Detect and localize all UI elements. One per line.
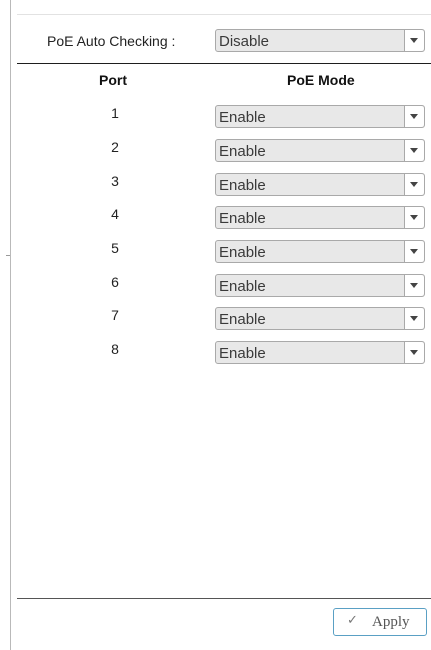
apply-button[interactable]: ✓ Apply bbox=[333, 608, 427, 636]
poe-mode-value: Enable bbox=[219, 311, 266, 328]
poe-mode-select-port-1[interactable]: Enable bbox=[215, 105, 425, 128]
poe-auto-checking-value: Disable bbox=[219, 33, 270, 50]
port-number: 4 bbox=[111, 206, 119, 222]
chevron-down-icon bbox=[410, 182, 418, 187]
poe-mode-select-port-7[interactable]: Enable bbox=[215, 307, 425, 330]
dropdown-arrow bbox=[404, 140, 424, 161]
port-number: 6 bbox=[111, 274, 119, 290]
chevron-down-icon bbox=[410, 38, 418, 43]
splitter-handle[interactable] bbox=[6, 255, 10, 256]
top-divider bbox=[17, 14, 431, 15]
dropdown-arrow bbox=[404, 275, 424, 296]
poe-mode-select-port-4[interactable]: Enable bbox=[215, 206, 425, 229]
chevron-down-icon bbox=[410, 350, 418, 355]
chevron-down-icon bbox=[410, 249, 418, 254]
footer-divider bbox=[17, 598, 431, 599]
port-number: 1 bbox=[111, 105, 119, 121]
chevron-down-icon bbox=[410, 316, 418, 321]
poe-mode-select-port-8[interactable]: Enable bbox=[215, 341, 425, 364]
port-number: 8 bbox=[111, 341, 119, 357]
poe-mode-value: Enable bbox=[219, 143, 266, 160]
dropdown-arrow bbox=[404, 342, 424, 363]
port-number: 5 bbox=[111, 240, 119, 256]
apply-button-label: Apply bbox=[372, 614, 410, 630]
poe-mode-select-port-3[interactable]: Enable bbox=[215, 173, 425, 196]
port-number: 7 bbox=[111, 307, 119, 323]
table-header-divider bbox=[17, 63, 431, 64]
poe-auto-checking-select[interactable]: Disable bbox=[215, 29, 425, 52]
chevron-down-icon bbox=[410, 215, 418, 220]
left-divider bbox=[10, 0, 11, 650]
port-number: 3 bbox=[111, 173, 119, 189]
column-header-poe-mode: PoE Mode bbox=[287, 72, 355, 88]
poe-mode-value: Enable bbox=[219, 177, 266, 194]
dropdown-arrow bbox=[404, 207, 424, 228]
poe-mode-value: Enable bbox=[219, 109, 266, 126]
column-header-port: Port bbox=[99, 72, 127, 88]
poe-mode-select-port-2[interactable]: Enable bbox=[215, 139, 425, 162]
poe-mode-value: Enable bbox=[219, 244, 266, 261]
dropdown-arrow bbox=[404, 174, 424, 195]
port-number: 2 bbox=[111, 139, 119, 155]
poe-mode-value: Enable bbox=[219, 278, 266, 295]
chevron-down-icon bbox=[410, 283, 418, 288]
check-icon: ✓ bbox=[347, 613, 358, 628]
dropdown-arrow bbox=[404, 308, 424, 329]
poe-mode-select-port-6[interactable]: Enable bbox=[215, 274, 425, 297]
poe-mode-value: Enable bbox=[219, 210, 266, 227]
chevron-down-icon bbox=[410, 114, 418, 119]
dropdown-arrow bbox=[404, 106, 424, 127]
poe-mode-value: Enable bbox=[219, 345, 266, 362]
dropdown-arrow bbox=[404, 241, 424, 262]
dropdown-arrow bbox=[404, 30, 424, 51]
poe-mode-select-port-5[interactable]: Enable bbox=[215, 240, 425, 263]
poe-auto-checking-label: PoE Auto Checking : bbox=[47, 33, 176, 49]
chevron-down-icon bbox=[410, 148, 418, 153]
